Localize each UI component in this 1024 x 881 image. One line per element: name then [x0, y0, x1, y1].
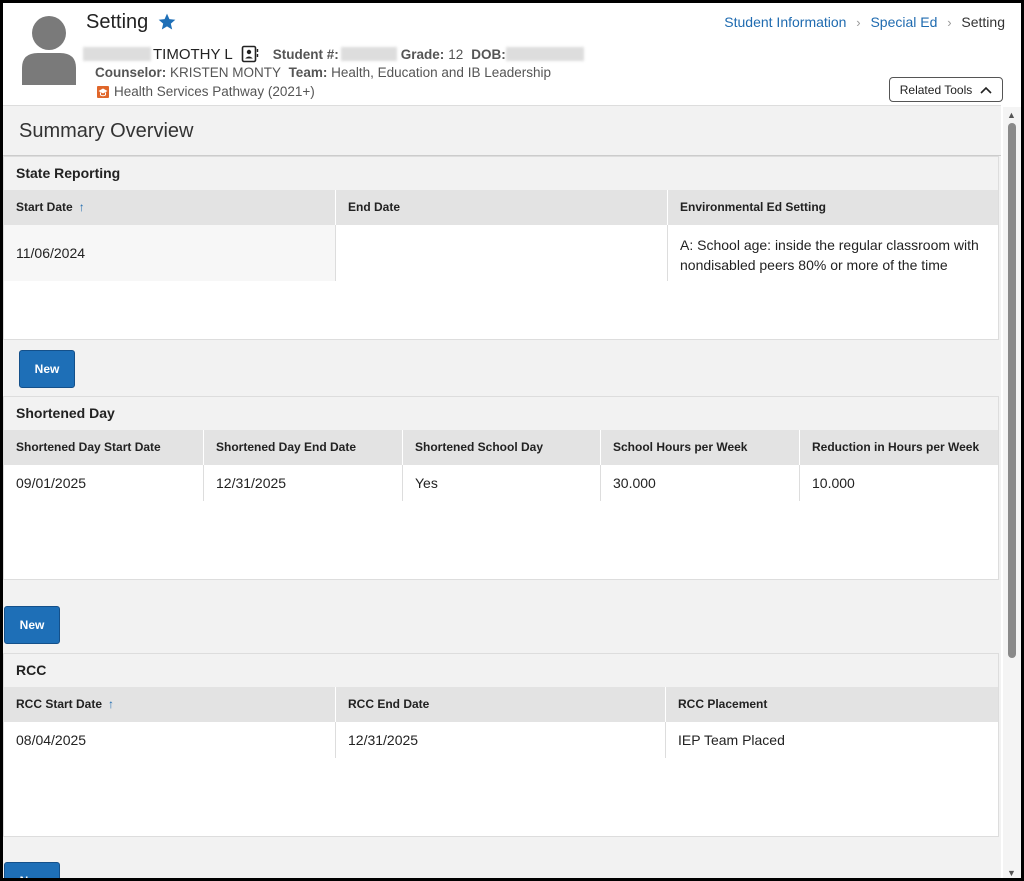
team-value: Health, Education and IB Leadership	[331, 65, 551, 80]
table-row[interactable]: 09/01/2025 12/31/2025 Yes 30.000 10.000	[4, 465, 998, 501]
rcc-table: RCC Start Date ↑ RCC End Date RCC Placeme…	[4, 687, 998, 758]
table-row[interactable]: 08/04/2025 12/31/2025 IEP Team Placed	[4, 722, 998, 758]
column-header-shortened-school-day[interactable]: Shortened School Day	[403, 430, 601, 465]
pathway-line: Health Services Pathway (2021+)	[96, 84, 315, 99]
student-header: Setting Student Information › Special Ed…	[3, 3, 1021, 105]
scroll-down-arrow-icon[interactable]: ▼	[1007, 868, 1016, 878]
section-title: RCC	[4, 654, 998, 687]
cell-reduction-hours: 10.000	[812, 475, 855, 491]
state-reporting-section: State Reporting Start Date ↑ End Date Env…	[3, 156, 999, 340]
column-header-rcc-placement[interactable]: RCC Placement	[666, 687, 998, 722]
sort-arrow-up-icon: ↑	[108, 697, 115, 711]
column-header-sd-start[interactable]: Shortened Day Start Date	[4, 430, 204, 465]
grade-label: Grade:	[400, 46, 445, 62]
content-area: Summary Overview State Reporting Start D…	[3, 105, 1001, 878]
cell-shortened-school-day: Yes	[403, 465, 601, 501]
dob-label: DOB:	[471, 46, 506, 62]
summary-overview-title: Summary Overview	[19, 120, 194, 142]
cell-sd-end: 12/31/2025	[204, 465, 403, 501]
cell-env-ed-setting: A: School age: inside the regular classr…	[680, 237, 979, 273]
page-title: Setting	[86, 11, 149, 33]
rcc-section: RCC RCC Start Date ↑ RCC End Date RCC Pla…	[3, 653, 999, 837]
cell-start-date: 11/06/2024	[4, 225, 336, 281]
counselor-team-line: Counselor: KRISTEN MONTY Team: Health, E…	[95, 65, 551, 80]
related-tools-button[interactable]: Related Tools	[889, 77, 1003, 102]
table-row[interactable]: 11/06/2024 A: School age: inside the reg…	[4, 225, 998, 281]
breadcrumb-special-ed[interactable]: Special Ed	[870, 14, 937, 30]
cell-rcc-placement: IEP Team Placed	[678, 732, 785, 748]
breadcrumb-student-information[interactable]: Student Information	[724, 14, 846, 30]
rcc-new-button[interactable]: New	[4, 862, 60, 878]
contact-card-icon[interactable]	[241, 45, 259, 63]
column-header-rcc-start[interactable]: RCC Start Date ↑	[4, 687, 336, 722]
breadcrumb: Student Information › Special Ed › Setti…	[724, 14, 1005, 30]
sort-arrow-up-icon: ↑	[78, 200, 85, 214]
column-header-sd-end[interactable]: Shortened Day End Date	[204, 430, 403, 465]
table-header: RCC Start Date ↑ RCC End Date RCC Placeme…	[4, 687, 998, 722]
shortened-day-new-button[interactable]: New	[4, 606, 60, 644]
table-header: Start Date ↑ End Date Environmental Ed Se…	[4, 190, 998, 225]
column-header-reduction-hours[interactable]: Reduction in Hours per Week	[800, 430, 998, 465]
column-header-rcc-end[interactable]: RCC End Date	[336, 687, 666, 722]
counselor-label: Counselor:	[95, 65, 167, 80]
cell-school-hours: 30.000	[601, 465, 800, 501]
student-name: TIMOTHY L	[153, 45, 233, 63]
chevron-right-icon: ›	[947, 14, 952, 30]
redacted-dob	[505, 47, 584, 61]
shortened-day-table: Shortened Day Start Date Shortened Day E…	[4, 430, 998, 501]
cell-end-date	[336, 225, 668, 281]
vertical-scrollbar[interactable]: ▲ ▼	[1003, 107, 1021, 878]
team-label: Team:	[288, 65, 328, 80]
chevron-right-icon: ›	[856, 14, 861, 30]
student-number-label: Student #:	[272, 46, 339, 62]
redacted-last-name	[83, 47, 151, 61]
student-info-line: TIMOTHY L Student #: Grade: 12 DOB:	[83, 45, 584, 63]
pathway-text: Health Services Pathway (2021+)	[114, 84, 315, 99]
state-reporting-table: Start Date ↑ End Date Environmental Ed Se…	[4, 190, 998, 281]
scroll-thumb[interactable]	[1008, 123, 1016, 658]
breadcrumb-current: Setting	[961, 14, 1005, 30]
column-header-env-ed-setting[interactable]: Environmental Ed Setting	[668, 190, 998, 225]
redacted-student-number	[340, 47, 397, 61]
cell-rcc-end: 12/31/2025	[336, 722, 666, 758]
cell-rcc-start: 08/04/2025	[4, 722, 336, 758]
column-header-school-hours[interactable]: School Hours per Week	[601, 430, 800, 465]
shortened-day-section: Shortened Day Shortened Day Start Date S…	[3, 396, 999, 580]
scroll-up-arrow-icon[interactable]: ▲	[1007, 110, 1016, 120]
cell-sd-start: 09/01/2025	[4, 465, 204, 501]
related-tools-label: Related Tools	[899, 82, 973, 97]
section-title: State Reporting	[4, 157, 998, 190]
favorite-star-icon[interactable]	[157, 12, 177, 32]
column-header-end-date[interactable]: End Date	[336, 190, 668, 225]
counselor-value: KRISTEN MONTY	[170, 65, 281, 80]
chevron-up-icon	[980, 86, 992, 94]
graduation-cap-icon	[97, 85, 109, 98]
grade-value: 12	[448, 46, 464, 62]
avatar	[22, 16, 76, 85]
table-header: Shortened Day Start Date Shortened Day E…	[4, 430, 998, 465]
app-window: Setting Student Information › Special Ed…	[0, 0, 1024, 881]
state-reporting-new-button[interactable]: New	[19, 350, 75, 388]
column-header-start-date[interactable]: Start Date ↑	[4, 190, 336, 225]
section-title: Shortened Day	[4, 397, 998, 430]
